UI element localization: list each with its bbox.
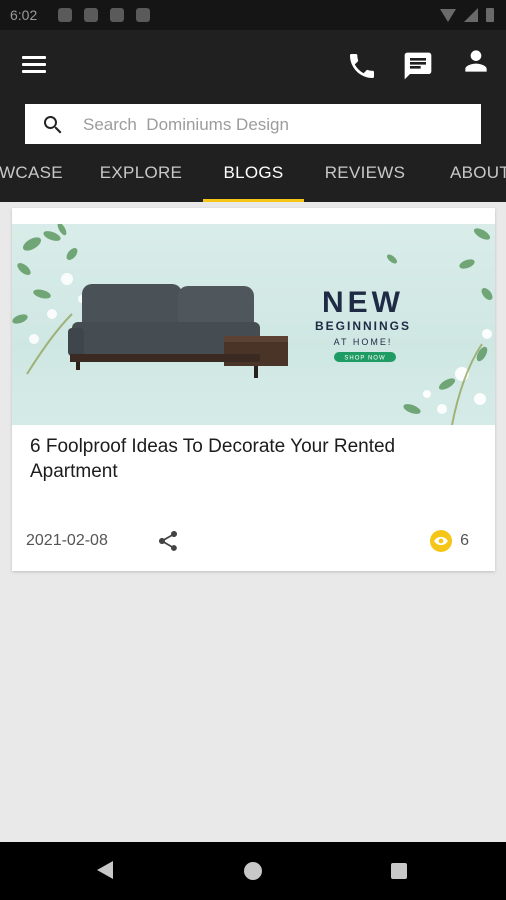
tab-bar: WCASE EXPLORE BLOGS REVIEWS ABOUT [0, 152, 506, 202]
blog-card[interactable]: NEW BEGINNINGS AT HOME! SHOP NOW 6 Foolp… [12, 208, 495, 571]
search-box[interactable] [25, 104, 481, 144]
eye-icon [430, 530, 453, 552]
account-icon[interactable] [460, 45, 492, 77]
recents-icon[interactable] [391, 863, 407, 879]
views-count: 6 [460, 532, 469, 549]
tab-explore[interactable]: EXPLORE [92, 152, 190, 202]
notification-icons [58, 8, 150, 22]
blog-title[interactable]: 6 Foolproof Ideas To Decorate Your Rente… [30, 434, 480, 484]
view-count: 6 [430, 530, 469, 552]
signal-icon [464, 8, 478, 22]
home-icon[interactable] [244, 862, 262, 880]
sync-status-icon [110, 8, 124, 22]
banner-line2: AT HOME! [334, 337, 393, 347]
search-bar [0, 102, 506, 152]
banner-cta: SHOP NOW [344, 356, 385, 362]
settings-status-icon [58, 8, 72, 22]
share-icon[interactable] [156, 529, 180, 553]
search-input[interactable] [81, 110, 465, 140]
status-time: 6:02 [10, 7, 38, 23]
battery-icon [486, 8, 494, 22]
blog-banner-image[interactable]: NEW BEGINNINGS AT HOME! SHOP NOW [12, 224, 495, 425]
tab-about[interactable]: ABOUT [440, 152, 506, 202]
banner-headline: NEW [322, 286, 404, 319]
back-icon[interactable] [97, 861, 113, 879]
status-bar: 6:02 [0, 0, 506, 30]
system-icons [440, 8, 494, 22]
chat-icon[interactable] [402, 50, 434, 82]
search-icon[interactable] [41, 113, 65, 137]
system-nav-bar [0, 842, 506, 900]
shield-status-icon [84, 8, 98, 22]
banner-line1: BEGINNINGS [315, 319, 411, 333]
tab-showcase[interactable]: WCASE [0, 152, 70, 202]
storage-status-icon [136, 8, 150, 22]
blog-date: 2021-02-08 [26, 532, 108, 549]
phone-icon[interactable] [346, 50, 378, 82]
app-bar [0, 30, 506, 102]
tab-reviews[interactable]: REVIEWS [316, 152, 414, 202]
tab-blogs[interactable]: BLOGS [203, 152, 304, 202]
menu-icon[interactable] [22, 54, 48, 76]
wifi-icon [440, 8, 456, 22]
sofa-graphic [68, 284, 288, 378]
